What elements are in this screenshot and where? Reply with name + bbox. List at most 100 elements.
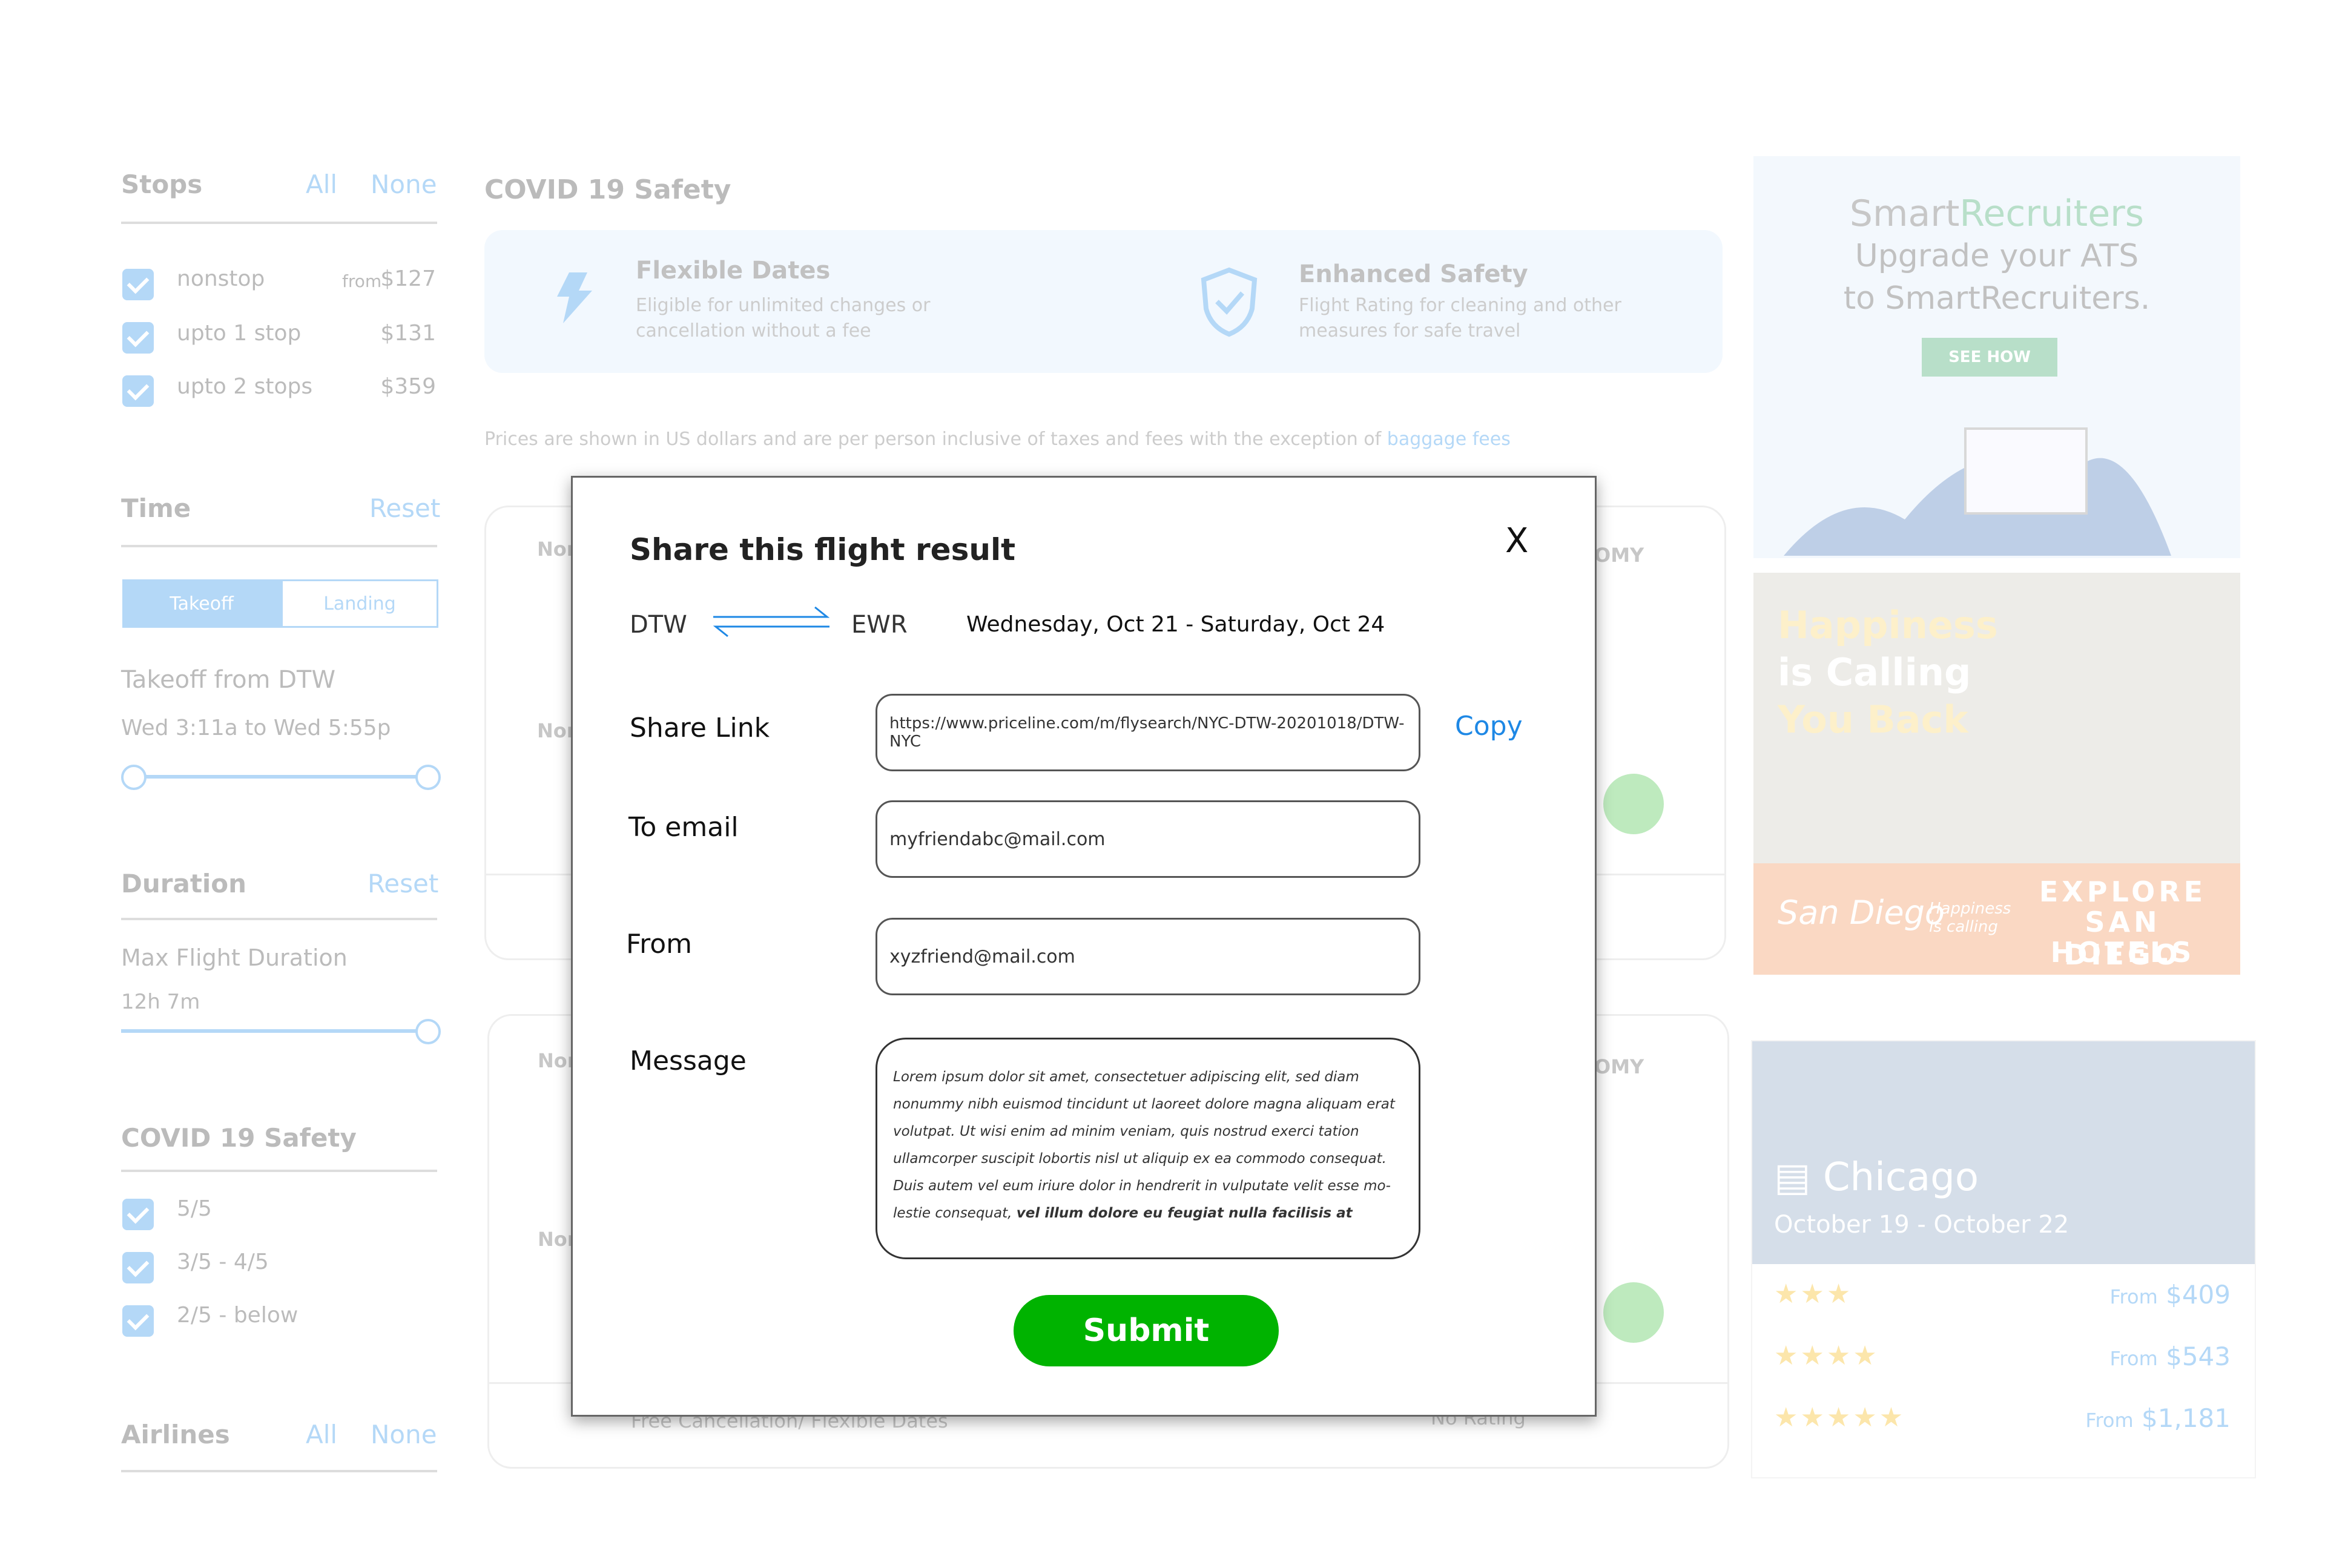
from-email-field[interactable]: xyzfriend@mail.com <box>876 918 1420 995</box>
to-email-label: To email <box>628 812 739 843</box>
ad-headline: Happiness <box>1778 603 1998 647</box>
stop-option-price: $131 <box>380 321 436 346</box>
from-label: From <box>2109 1285 2158 1308</box>
card-fragment: OMY <box>1594 544 1644 567</box>
flexible-dates-icon <box>545 266 608 329</box>
stop-option-label: upto 2 stops <box>177 374 313 399</box>
checkbox-upto-1-stop[interactable] <box>122 322 154 354</box>
message-text-bold: vel illum dolore eu feugiat nulla facili… <box>1016 1205 1353 1221</box>
close-icon[interactable]: X <box>1505 521 1528 561</box>
to-email-field[interactable]: myfriendabc@mail.com <box>876 800 1420 878</box>
duration-reset-link[interactable]: Reset <box>368 869 438 898</box>
divider <box>121 545 437 547</box>
hotel-bed-icon: ▤ <box>1774 1155 1811 1200</box>
takeoff-range: Wed 3:11a to Wed 5:55p <box>121 716 391 740</box>
covid-option-label: 2/5 - below <box>177 1303 298 1328</box>
checkbox-nonstop[interactable] <box>122 269 154 300</box>
time-slider-track[interactable] <box>133 775 429 779</box>
shield-check-icon <box>1199 266 1259 338</box>
stop-option-label: nonstop <box>177 266 265 291</box>
divider <box>121 1470 437 1472</box>
see-how-button[interactable]: SEE HOW <box>1922 338 2057 377</box>
ad-smartrecruiters[interactable]: SmartRecruiters Upgrade your ATS to Smar… <box>1753 156 2240 558</box>
brand-smart: Smart <box>1849 193 1960 235</box>
disclaimer-text: Prices are shown in US dollars and are p… <box>484 429 1382 450</box>
price-value: $409 <box>2166 1280 2231 1309</box>
covid-feature-panel: Flexible Dates Eligible for unlimited ch… <box>484 230 1723 373</box>
ad-tagline: Happiness is calling <box>1929 900 2011 936</box>
ad-chicago[interactable]: ▤ Chicago October 19 - October 22 ★★★ Fr… <box>1751 1040 2256 1478</box>
time-slider-handle-end[interactable] <box>415 765 441 790</box>
airlines-title: Airlines <box>121 1420 230 1449</box>
airlines-all-link[interactable]: All <box>306 1420 337 1449</box>
hotel-price[interactable]: From $543 <box>2049 1342 2231 1371</box>
time-reset-link[interactable]: Reset <box>369 493 440 523</box>
ad-city: ▤ Chicago <box>1774 1155 1979 1200</box>
ad-san-diego[interactable]: Happiness is Calling You Back San Diego … <box>1753 573 2240 975</box>
hotel-price[interactable]: From $409 <box>2049 1280 2231 1309</box>
card-fragment: Nor <box>537 538 576 561</box>
feature-desc: Eligible for unlimited changes or cancel… <box>636 295 931 341</box>
covid-filter-title: COVID 19 Safety <box>121 1123 357 1153</box>
stops-all-link[interactable]: All <box>306 170 337 199</box>
destination-code: EWR <box>851 611 908 639</box>
from-label: From <box>2085 1409 2134 1432</box>
divider <box>121 222 437 224</box>
feature-desc: Flight Rating for cleaning and other mea… <box>1299 295 1621 341</box>
checkbox-covid-3-4[interactable] <box>122 1252 154 1283</box>
feature-title: Enhanced Safety <box>1299 260 1528 288</box>
trip-dates: Wednesday, Oct 21 - Saturday, Oct 24 <box>966 612 1385 637</box>
tab-landing[interactable]: Landing <box>281 579 438 628</box>
max-duration-value: 12h 7m <box>121 990 200 1014</box>
checkbox-covid-2-below[interactable] <box>122 1305 154 1337</box>
message-textarea[interactable]: Lorem ipsum dolor sit amet, consectetuer… <box>876 1038 1420 1259</box>
ad-headline: You Back <box>1778 697 1968 742</box>
select-flight-button[interactable] <box>1603 774 1664 834</box>
submit-button[interactable]: Submit <box>1014 1295 1279 1366</box>
checkbox-covid-5[interactable] <box>122 1199 154 1230</box>
share-link-field[interactable]: https://www.priceline.com/m/flysearch/NY… <box>876 694 1420 771</box>
duration-title: Duration <box>121 869 247 898</box>
duration-slider-handle[interactable] <box>415 1019 441 1044</box>
share-link-label: Share Link <box>630 713 770 743</box>
card-fragment: OMY <box>1594 1055 1644 1078</box>
checkbox-upto-2-stops[interactable] <box>122 375 154 407</box>
price-disclaimer: Prices are shown in US dollars and are p… <box>484 429 1511 450</box>
brand-recruiters: Recruiters <box>1959 193 2145 235</box>
ad-headline: is Calling <box>1778 650 1971 694</box>
airlines-none-link[interactable]: None <box>371 1420 437 1449</box>
stop-option-label: upto 1 stop <box>177 321 302 346</box>
stops-title: Stops <box>121 170 203 199</box>
covid-option-label: 5/5 <box>177 1196 212 1221</box>
from-label: From <box>626 929 693 960</box>
tab-takeoff[interactable]: Takeoff <box>122 579 281 628</box>
duration-slider-track[interactable] <box>121 1029 424 1033</box>
city-name: Chicago <box>1822 1155 1979 1200</box>
covid-option-label: 3/5 - 4/5 <box>177 1250 269 1274</box>
divider <box>121 1170 437 1172</box>
time-slider-handle-start[interactable] <box>121 765 147 790</box>
takeoff-subtitle: Takeoff from DTW <box>121 666 336 694</box>
ad-illustration <box>1784 398 2208 556</box>
san-diego-logo: San Diego <box>1778 894 1945 932</box>
covid-heading: COVID 19 Safety <box>484 174 731 205</box>
price-value: $1,181 <box>2142 1403 2231 1433</box>
round-trip-arrows-icon <box>712 604 831 640</box>
stop-option-price: $359 <box>380 374 436 399</box>
feature-title: Flexible Dates <box>636 257 831 285</box>
ad-dates: October 19 - October 22 <box>1774 1211 2069 1239</box>
select-flight-button[interactable] <box>1603 1282 1664 1343</box>
hotel-price[interactable]: From $1,181 <box>2049 1403 2231 1433</box>
message-text: Lorem ipsum dolor sit amet, consectetuer… <box>893 1069 1395 1221</box>
baggage-fees-link[interactable]: baggage fees <box>1387 429 1511 450</box>
from-label: From <box>2109 1347 2158 1370</box>
origin-code: DTW <box>630 611 687 639</box>
time-title: Time <box>121 493 191 523</box>
copy-link-button[interactable]: Copy <box>1455 711 1523 742</box>
max-duration-label: Max Flight Duration <box>121 944 348 971</box>
stops-none-link[interactable]: None <box>371 170 437 199</box>
modal-title: Share this flight result <box>630 532 1015 567</box>
ad-cta: EXPLORE <box>2039 875 2207 908</box>
star-rating: ★★★★★ <box>1774 1402 1906 1433</box>
message-label: Message <box>630 1046 747 1076</box>
